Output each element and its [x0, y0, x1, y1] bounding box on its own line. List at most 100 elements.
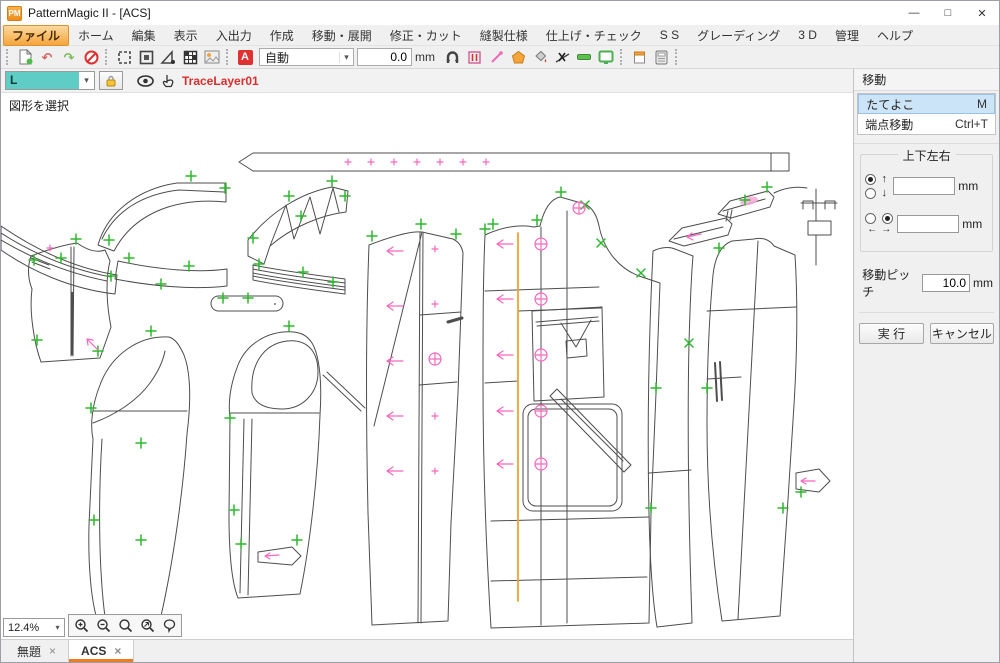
menu-sewing-spec[interactable]: 縫製仕様: [471, 25, 537, 46]
command-tateyoko[interactable]: たてよこ M: [858, 94, 995, 114]
hand-pointer-icon[interactable]: [162, 74, 174, 88]
tab-untitled[interactable]: 無題 ×: [5, 640, 68, 662]
chevron-down-icon: ▾: [339, 52, 353, 63]
cancel-button[interactable]: キャンセル: [930, 323, 994, 344]
drawing-canvas[interactable]: 図形を選択: [1, 93, 853, 639]
menu-grading[interactable]: グレーディング: [688, 25, 789, 46]
container-icon[interactable]: [628, 47, 650, 67]
pattern-piece-epaulette-2[interactable]: [718, 191, 774, 221]
menu-move-expand[interactable]: 移動・展開: [303, 25, 381, 46]
pattern-piece-collar[interactable]: [98, 183, 226, 251]
pitch-input[interactable]: [922, 274, 970, 292]
toolbar-drag-handle[interactable]: [620, 49, 623, 65]
horizontal-move-row: ← → mm: [865, 213, 988, 235]
pattern-piece-multi-band[interactable]: [253, 265, 345, 294]
menu-view[interactable]: 表示: [165, 25, 207, 46]
measure-set-square-icon[interactable]: [157, 47, 179, 67]
image-icon[interactable]: [201, 47, 223, 67]
pattern-drawing: [1, 93, 856, 641]
toolbar-drag-handle[interactable]: [226, 49, 229, 65]
seam-bar-icon[interactable]: [573, 47, 595, 67]
toolbar-drag-handle[interactable]: [105, 49, 108, 65]
notch-tool-icon[interactable]: [463, 47, 485, 67]
horizontal-distance-input[interactable]: [897, 215, 959, 233]
menu-manage[interactable]: 管理: [826, 25, 868, 46]
grain-and-button-marks: [47, 159, 815, 559]
undo-icon[interactable]: ↶: [36, 47, 58, 67]
zoom-out-icon[interactable]: [92, 616, 114, 635]
close-button[interactable]: ✕: [965, 1, 999, 25]
layer-combobox[interactable]: L ▾: [5, 71, 95, 90]
move-down-radio[interactable]: [865, 188, 876, 199]
fill-bucket-icon[interactable]: [529, 47, 551, 67]
menu-home[interactable]: ホーム: [69, 25, 123, 46]
move-up-radio[interactable]: [865, 174, 876, 185]
pattern-piece-under-collar[interactable]: [1, 226, 117, 294]
menu-io[interactable]: 入出力: [207, 25, 261, 46]
polygon-home-icon[interactable]: [507, 47, 529, 67]
tab-close-icon[interactable]: ×: [114, 644, 121, 658]
document-tab-bar: 無題 × ACS ×: [1, 639, 853, 662]
zoom-window-icon[interactable]: [114, 616, 136, 635]
eye-icon[interactable]: [137, 75, 154, 87]
pattern-piece-collar-band[interactable]: [115, 261, 227, 288]
select-frame-icon[interactable]: [113, 47, 135, 67]
tab-acs[interactable]: ACS ×: [68, 640, 134, 662]
execute-button[interactable]: 実 行: [859, 323, 923, 344]
menu-3d[interactable]: 3 D: [789, 26, 826, 44]
zoom-level-combobox[interactable]: 12.4% ▾: [3, 618, 65, 637]
lock-icon: [105, 75, 117, 87]
vertical-unit-label: mm: [958, 179, 978, 193]
chevron-down-icon: ▾: [79, 72, 94, 89]
monitor-check-icon[interactable]: [595, 47, 617, 67]
horizontal-unit-label: mm: [962, 217, 982, 231]
move-left-radio[interactable]: [865, 213, 876, 224]
menu-file[interactable]: ファイル: [3, 25, 69, 46]
pattern-piece-belt[interactable]: [239, 153, 789, 171]
pattern-piece-epaulette-1[interactable]: [669, 218, 732, 246]
maximize-button[interactable]: □: [931, 1, 965, 25]
pattern-piece-back-panel[interactable]: [707, 187, 837, 621]
pan-lasso-icon[interactable]: [158, 616, 180, 635]
vertical-distance-input[interactable]: [893, 177, 955, 195]
menu-ss[interactable]: S S: [651, 26, 688, 44]
zoom-fit-icon[interactable]: [136, 616, 158, 635]
move-command-list: たてよこ M 端点移動 Ctrl+T: [857, 93, 996, 135]
pattern-piece-sleeve-under[interactable]: [229, 332, 365, 598]
calculator-icon[interactable]: [650, 47, 672, 67]
toolbar-drag-handle[interactable]: [6, 49, 9, 65]
cancel-command-icon[interactable]: [80, 47, 102, 67]
new-document-icon[interactable]: [14, 47, 36, 67]
text-annotation-icon[interactable]: A: [234, 47, 256, 67]
pattern-piece-facet-band[interactable]: [248, 187, 348, 264]
pattern-piece-side-panel[interactable]: [648, 248, 693, 627]
grid-table-icon[interactable]: [179, 47, 201, 67]
pattern-piece-sleeve-upper[interactable]: [89, 337, 190, 619]
move-right-radio[interactable]: [882, 213, 893, 224]
select-region-icon[interactable]: [135, 47, 157, 67]
offset-unit-label: mm: [415, 50, 435, 64]
active-layer-name[interactable]: TraceLayer01: [182, 74, 259, 88]
zoom-in-icon[interactable]: [70, 616, 92, 635]
pattern-piece-front-main-panel[interactable]: [483, 197, 660, 628]
command-endpoint-move[interactable]: 端点移動 Ctrl+T: [858, 114, 995, 134]
pattern-piece-front-side-panel[interactable]: [367, 232, 463, 625]
lock-layer-button[interactable]: [99, 71, 123, 90]
offset-value-input[interactable]: [357, 48, 412, 66]
menu-edit[interactable]: 編集: [123, 25, 165, 46]
menu-create[interactable]: 作成: [261, 25, 303, 46]
redo-icon[interactable]: ↷: [58, 47, 80, 67]
menu-help[interactable]: ヘルプ: [868, 25, 922, 46]
direction-groupbox: 上下左右 ↑ ↓ mm: [860, 154, 993, 252]
menu-finish-check[interactable]: 仕上げ・チェック: [537, 25, 651, 46]
toolbar-drag-handle[interactable]: [675, 49, 678, 65]
menu-modify-cut[interactable]: 修正・カット: [381, 25, 471, 46]
tab-label: ACS: [81, 644, 106, 658]
draw-pen-icon[interactable]: [485, 47, 507, 67]
minimize-button[interactable]: —: [897, 1, 931, 25]
cut-line-icon[interactable]: [551, 47, 573, 67]
auto-mode-combobox[interactable]: 自動 ▾: [259, 48, 354, 66]
command-label: たてよこ: [866, 96, 914, 113]
tab-close-icon[interactable]: ×: [49, 644, 56, 658]
magnet-snap-icon[interactable]: [441, 47, 463, 67]
